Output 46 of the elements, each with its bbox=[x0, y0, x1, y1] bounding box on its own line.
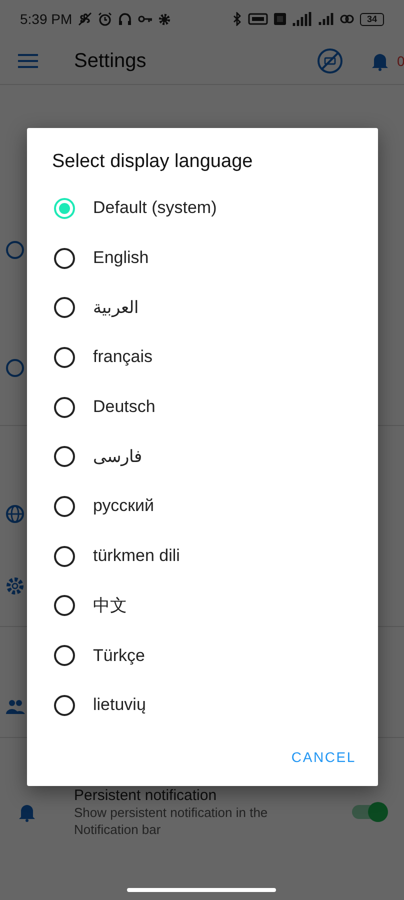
language-option[interactable]: русский bbox=[93, 496, 154, 516]
status-time: 5:39 PM bbox=[20, 11, 72, 27]
setting-title: Persistent notification bbox=[74, 786, 218, 804]
radio-button[interactable] bbox=[54, 446, 75, 468]
menu-icon[interactable] bbox=[18, 54, 38, 68]
toggle-switch[interactable] bbox=[352, 805, 386, 819]
radio-button[interactable] bbox=[54, 546, 75, 567]
signal-icon bbox=[318, 13, 334, 25]
language-option[interactable]: français bbox=[93, 347, 153, 368]
language-option[interactable]: Deutsch bbox=[93, 397, 156, 418]
screen-title: Settings bbox=[74, 50, 148, 72]
radio-button[interactable] bbox=[54, 595, 75, 616]
language-option[interactable]: lietuvių bbox=[93, 695, 146, 716]
radio-button[interactable] bbox=[54, 396, 75, 418]
bell-icon bbox=[18, 802, 36, 822]
settings-icon bbox=[158, 12, 172, 26]
language-option[interactable]: türkmen dili bbox=[93, 546, 180, 566]
dialog-title: Select display language bbox=[51, 150, 254, 174]
radio-button[interactable] bbox=[54, 645, 75, 666]
bell-icon[interactable] bbox=[371, 51, 389, 71]
radio-button[interactable] bbox=[54, 496, 75, 517]
setting-description: Show persistent notification in the Notification bar bbox=[74, 804, 269, 838]
language-option[interactable]: Default (system) bbox=[93, 198, 217, 218]
signal-icon bbox=[292, 12, 312, 26]
radio-button[interactable] bbox=[54, 297, 75, 318]
language-option[interactable]: العربية bbox=[93, 297, 139, 318]
radio-button[interactable] bbox=[54, 694, 75, 716]
radio-button[interactable] bbox=[54, 346, 75, 368]
language-option[interactable]: فارسی bbox=[93, 446, 142, 468]
language-option[interactable]: 中文 bbox=[93, 594, 127, 618]
alarm-icon bbox=[98, 12, 112, 26]
sim-icon bbox=[274, 13, 286, 25]
settings-icon bbox=[5, 576, 25, 596]
headphones-icon bbox=[118, 12, 132, 26]
key-icon bbox=[138, 14, 152, 24]
radio-button[interactable] bbox=[54, 248, 75, 269]
language-option[interactable]: English bbox=[93, 248, 149, 268]
vpn-icon bbox=[248, 13, 268, 25]
language-option[interactable]: Türkçe bbox=[93, 646, 145, 666]
link-icon bbox=[340, 13, 354, 25]
no-ads-icon[interactable] bbox=[317, 48, 343, 74]
globe-icon bbox=[5, 504, 25, 524]
battery-icon: 34 bbox=[360, 12, 384, 26]
notification-count: 0 bbox=[397, 53, 404, 69]
people-icon bbox=[5, 699, 25, 715]
bluetooth-icon bbox=[233, 12, 242, 26]
